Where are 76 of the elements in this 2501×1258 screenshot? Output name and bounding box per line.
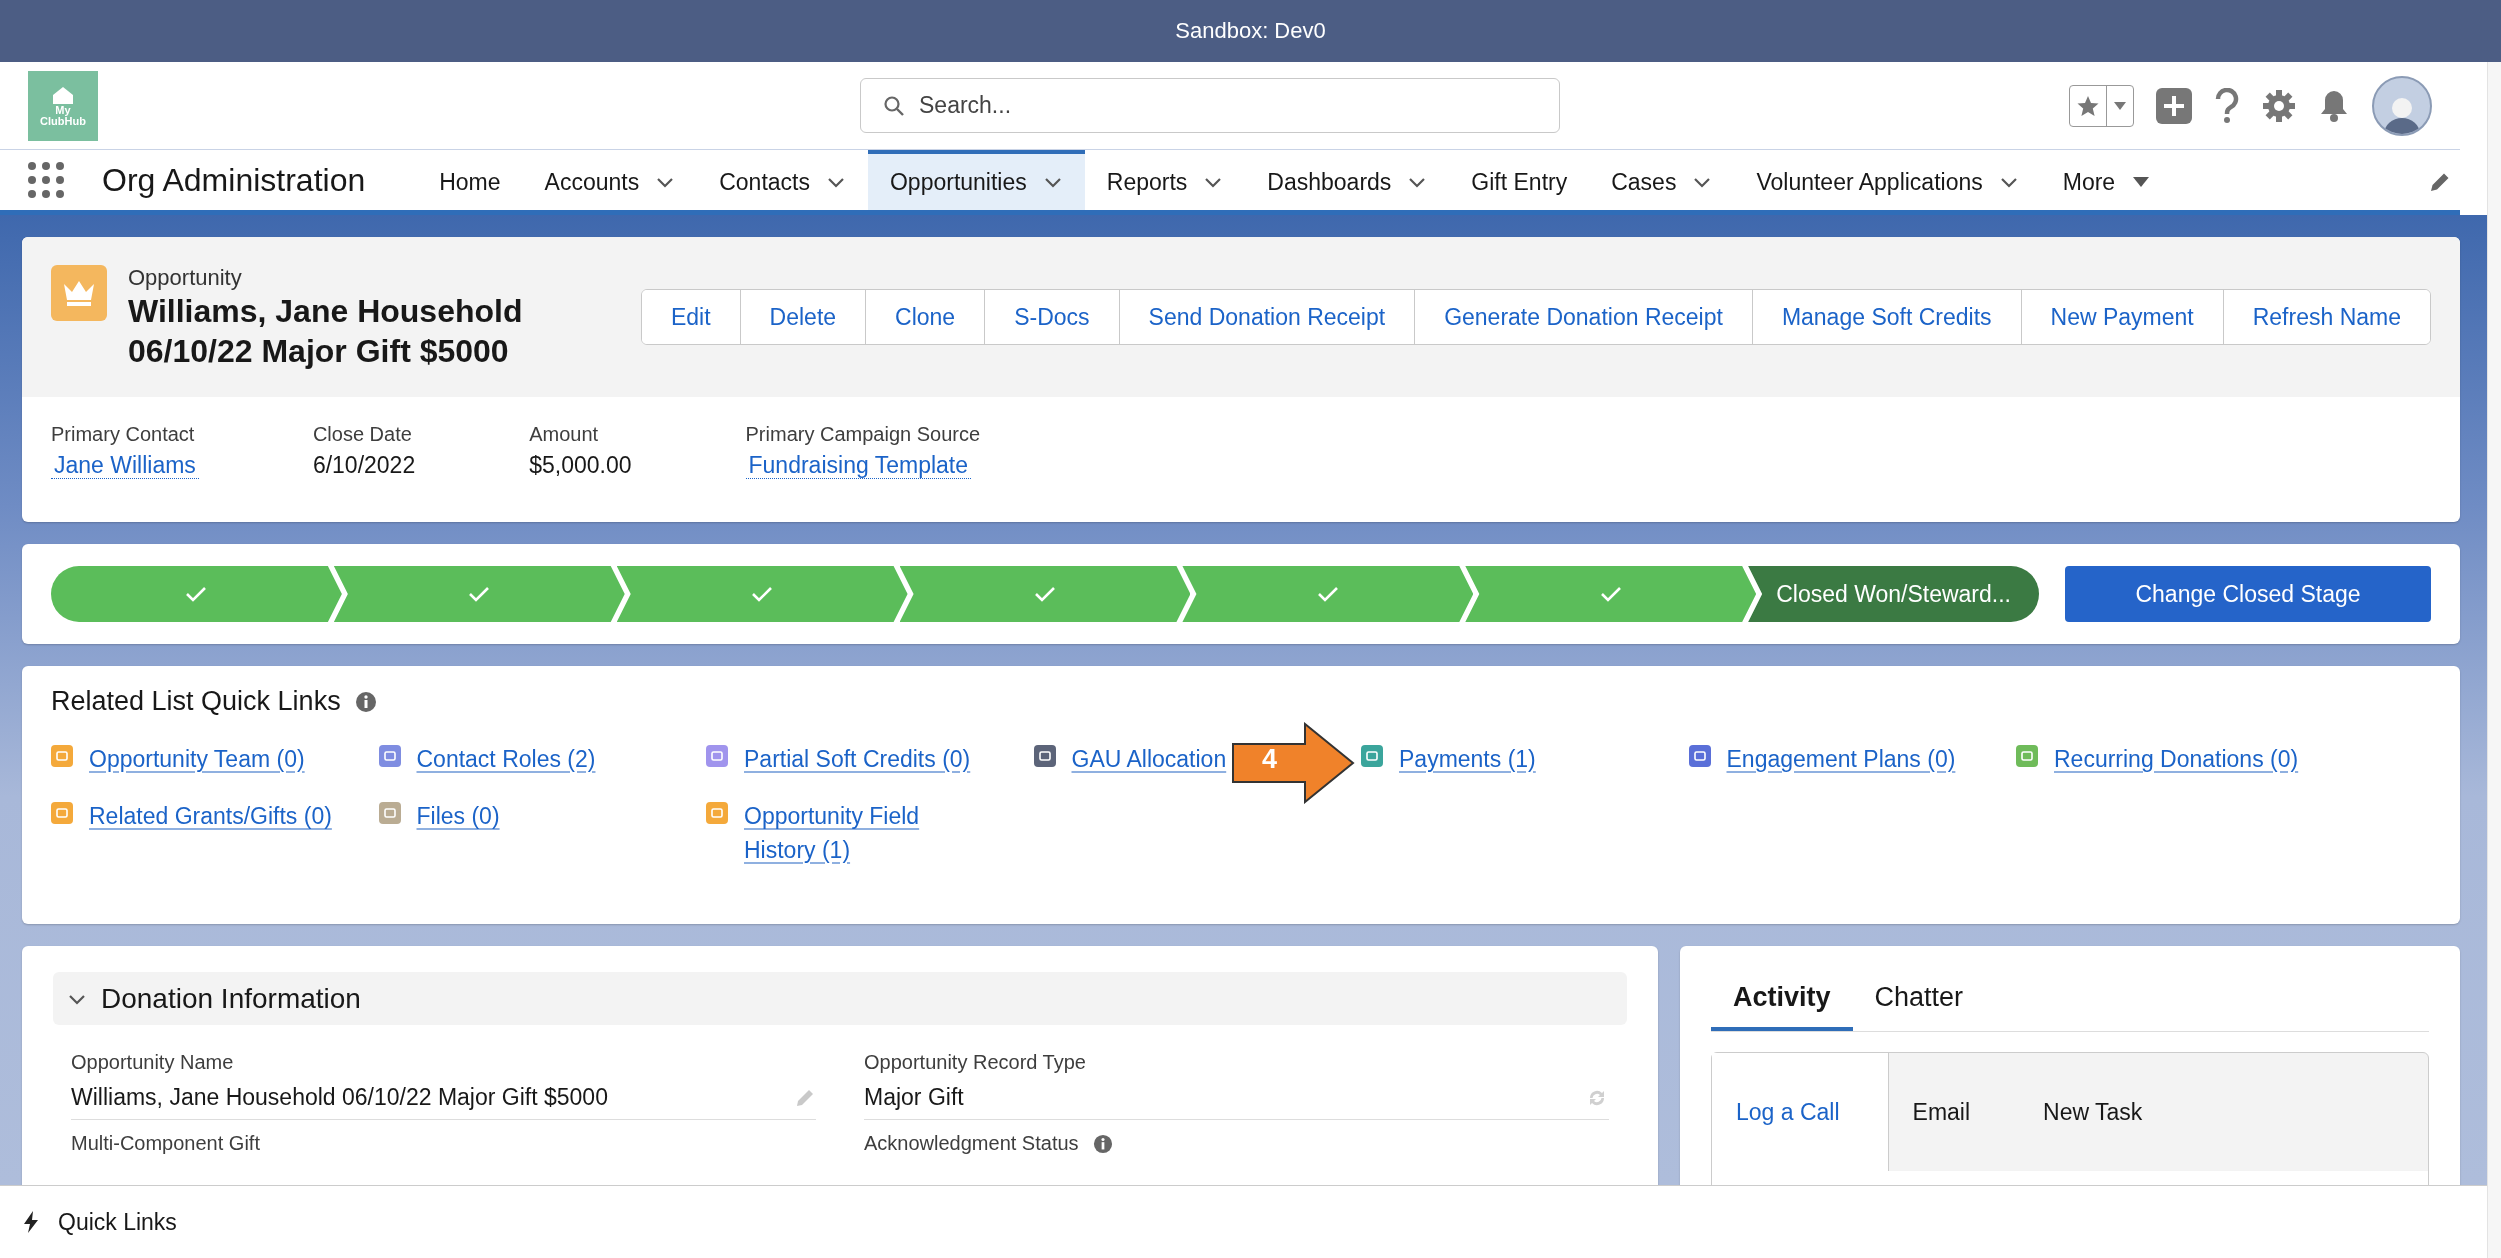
tab[interactable]: Activity (1711, 966, 1853, 1031)
related-list-link[interactable]: Files (0) (416, 800, 500, 834)
related-list-link[interactable]: Payments (1) (1399, 743, 1536, 777)
related-list-link[interactable]: Contact Roles (2) (416, 743, 596, 777)
field-value: Williams, Jane Household 06/10/22 Major Gift $5000 (71, 1084, 608, 1111)
favorites-button[interactable] (2069, 84, 2134, 127)
nav-tab[interactable]: Cases (1589, 150, 1735, 210)
composer-tab[interactable]: Log a Call (1712, 1053, 1889, 1171)
check-icon (468, 585, 491, 603)
callout-number: 4 (1262, 744, 1278, 775)
nav-tab[interactable]: Dashboards (1245, 150, 1450, 210)
object-type: Opportunity (128, 265, 243, 291)
scrollbar[interactable] (2487, 62, 2501, 1258)
app-name: Org Administration (102, 161, 366, 199)
section-title: Related List Quick Links (51, 686, 341, 717)
info-icon (354, 690, 377, 713)
change-stage-button[interactable]: Change Closed Stage (2065, 566, 2431, 622)
search-field[interactable]: Search... (860, 78, 1560, 133)
path-stage[interactable] (333, 566, 625, 622)
check-icon (1316, 585, 1339, 603)
plus-icon[interactable] (2156, 87, 2192, 124)
utility-item[interactable]: Quick Links (58, 1208, 177, 1236)
nav-tab[interactable]: Gift Entry (1449, 150, 1590, 210)
notification-bell-icon[interactable] (2318, 88, 2350, 123)
path-stage[interactable] (51, 566, 342, 622)
check-icon (185, 585, 208, 603)
nav-tab[interactable]: Volunteer Applications (1734, 150, 2041, 210)
nav-tab[interactable]: More (2040, 150, 2174, 210)
check-icon (1034, 585, 1056, 603)
record-title: 06/10/22 Major Gift $5000 (128, 332, 510, 371)
field-label: Multi-Component Gift (71, 1132, 260, 1155)
field-label: Opportunity Record Type (864, 1051, 1086, 1074)
tab[interactable]: Chatter (1852, 966, 1986, 1031)
nav-tab[interactable]: Home (417, 150, 523, 210)
nav-tab[interactable]: Accounts (522, 150, 698, 210)
field-value: Major Gift (864, 1084, 964, 1111)
path-stage[interactable] (899, 566, 1191, 622)
field-label: Opportunity Name (71, 1051, 234, 1074)
search-icon (883, 94, 905, 117)
related-list-link[interactable]: Recurring Donations (0) (2054, 743, 2299, 777)
field-label: Primary Campaign Source (745, 423, 981, 446)
check-icon (1599, 585, 1622, 603)
related-list-link[interactable]: GAU Allocation (1071, 743, 1227, 777)
field-label: Acknowledgment Status (864, 1132, 1079, 1155)
section-header[interactable]: Donation Information (53, 972, 1627, 1025)
caret-down-icon[interactable] (2131, 175, 2152, 189)
check-icon (751, 585, 774, 603)
action-button[interactable]: Refresh Name (2222, 290, 2430, 344)
path-stage[interactable] (616, 566, 908, 622)
help-icon[interactable] (2214, 87, 2240, 124)
settings-icon[interactable] (2262, 88, 2296, 123)
related-list-link[interactable]: Opportunity Field History (1) (744, 800, 994, 868)
related-list-link[interactable]: Partial Soft Credits (0) (744, 743, 971, 777)
nav-tab[interactable]: Contacts (697, 150, 868, 210)
record-title: Williams, Jane Household (128, 292, 523, 331)
path-stage[interactable] (1465, 566, 1757, 622)
related-list-link[interactable]: Engagement Plans (0) (1726, 743, 1956, 777)
field-link[interactable]: Jane Williams (51, 452, 199, 479)
path-stage[interactable]: Closed Won/Steward... (1748, 566, 2039, 622)
field-label: Close Date (312, 423, 413, 446)
app-launcher-icon[interactable] (28, 162, 64, 198)
crown-icon (51, 265, 107, 321)
related-list-link[interactable]: Opportunity Team (0) (89, 743, 305, 777)
info-icon (1092, 1133, 1113, 1154)
nav-tab[interactable]: Opportunities (867, 150, 1085, 210)
nav-tab[interactable]: Reports (1084, 150, 1246, 210)
field-label: Amount (529, 423, 600, 446)
field-value: 6/10/2022 (312, 452, 416, 478)
path-stage[interactable] (1182, 566, 1474, 622)
field-link[interactable]: Fundraising Template (745, 452, 971, 479)
related-list-link[interactable]: Related Grants/Gifts (0) (89, 800, 332, 834)
field-value: $5,000.00 (529, 452, 632, 478)
sandbox-title: Sandbox: Dev0 (1175, 18, 1326, 44)
field-label: Primary Contact (51, 423, 196, 446)
caret-down-icon (2113, 100, 2127, 111)
lightning-icon (22, 1210, 40, 1234)
